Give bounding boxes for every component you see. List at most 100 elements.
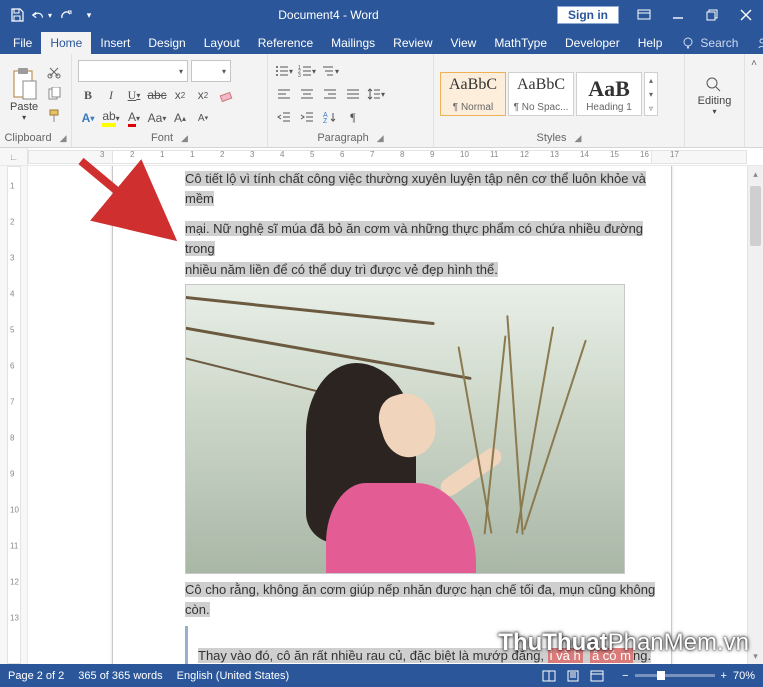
- tab-layout[interactable]: Layout: [195, 32, 249, 54]
- page-canvas[interactable]: Cô tiết lộ vì tính chất công việc thường…: [28, 166, 763, 664]
- vertical-ruler[interactable]: 12345678910111213: [0, 166, 28, 664]
- numbering-icon: 123: [298, 65, 312, 77]
- sort-button[interactable]: AZ: [320, 107, 340, 127]
- document-area: 12345678910111213 Cô tiết lộ vì tính chấ…: [0, 166, 763, 664]
- numbering-button[interactable]: 123▾: [297, 61, 317, 81]
- cut-button[interactable]: [44, 62, 64, 82]
- scroll-thumb[interactable]: [750, 186, 761, 246]
- styles-gallery-expand[interactable]: ▴ ▾ ▿: [644, 72, 658, 116]
- group-editing: Editing ▾: [685, 54, 745, 147]
- superscript-button[interactable]: x2: [193, 85, 213, 105]
- increase-indent-button[interactable]: [297, 107, 317, 127]
- doc-line-1[interactable]: Cô tiết lộ vì tính chất công việc thường…: [185, 171, 646, 206]
- change-case-button[interactable]: Aa▾: [147, 108, 167, 128]
- clipboard-launcher-icon[interactable]: ◢: [60, 133, 67, 144]
- font-size-combo[interactable]: ▾: [191, 60, 231, 82]
- tell-me-search[interactable]: Search: [677, 32, 744, 54]
- shrink-font-button[interactable]: A▾: [193, 108, 213, 128]
- bullets-button[interactable]: ▾: [274, 61, 294, 81]
- align-left-button[interactable]: [274, 84, 294, 104]
- tab-review[interactable]: Review: [384, 32, 441, 54]
- tab-developer[interactable]: Developer: [556, 32, 629, 54]
- style-normal[interactable]: AaBbC ¶ Normal: [440, 72, 506, 116]
- view-web-layout[interactable]: [586, 667, 608, 685]
- tab-design[interactable]: Design: [139, 32, 194, 54]
- style-heading-1[interactable]: AaB Heading 1: [576, 72, 642, 116]
- collapse-ribbon-button[interactable]: ˄: [745, 54, 763, 147]
- tab-help[interactable]: Help: [629, 32, 672, 54]
- doc-line-2a[interactable]: mại. Nữ nghệ sĩ múa đã bỏ ăn cơm và nhữn…: [185, 221, 643, 256]
- quick-access-toolbar: ▾ ▾: [0, 4, 100, 26]
- multilevel-icon: [321, 65, 335, 77]
- tab-file[interactable]: File: [4, 32, 41, 54]
- paste-button[interactable]: Paste ▾: [6, 67, 42, 122]
- format-painter-button[interactable]: [44, 106, 64, 126]
- justify-button[interactable]: [343, 84, 363, 104]
- view-read-mode[interactable]: [538, 667, 560, 685]
- grow-font-button[interactable]: A▴: [170, 108, 190, 128]
- doc-line-3[interactable]: Cô cho rằng, không ăn cơm giúp nếp nhăn …: [185, 582, 655, 617]
- status-words[interactable]: 365 of 365 words: [78, 670, 162, 682]
- doc-line-2b[interactable]: nhiều năm liền để có thể duy trì được vẻ…: [185, 262, 498, 277]
- multilevel-list-button[interactable]: ▾: [320, 61, 340, 81]
- watermark: ThuThuatPhanMem.vn: [498, 629, 749, 657]
- zoom-slider[interactable]: [635, 674, 715, 677]
- scroll-up-icon[interactable]: ▴: [748, 166, 763, 182]
- ribbon: Paste ▾ Clipboard◢ ▾ ▾ B I U▾: [0, 54, 763, 148]
- tab-insert[interactable]: Insert: [91, 32, 139, 54]
- document-image[interactable]: [185, 284, 625, 574]
- decrease-indent-button[interactable]: [274, 107, 294, 127]
- doc-line-4[interactable]: Thay vào đó, cô ăn rất nhiều rau củ, đặc…: [198, 648, 548, 663]
- horizontal-ruler[interactable]: ∟ 3211234567891011121314151617: [0, 148, 763, 166]
- copy-button[interactable]: [44, 84, 64, 104]
- strikethrough-button[interactable]: abc: [147, 85, 167, 105]
- zoom-in-button[interactable]: +: [721, 670, 727, 682]
- minimize-icon[interactable]: [661, 0, 695, 30]
- italic-button[interactable]: I: [101, 85, 121, 105]
- bold-button[interactable]: B: [78, 85, 98, 105]
- font-color-button[interactable]: A▾: [124, 108, 144, 128]
- style-no-spacing[interactable]: AaBbC ¶ No Spac...: [508, 72, 574, 116]
- lightbulb-icon: [683, 37, 695, 49]
- status-page[interactable]: Page 2 of 2: [8, 670, 64, 682]
- show-marks-button[interactable]: ¶: [343, 107, 363, 127]
- clear-formatting-button[interactable]: [216, 85, 236, 105]
- tab-mathtype[interactable]: MathType: [485, 32, 556, 54]
- view-print-layout[interactable]: [562, 667, 584, 685]
- tab-view[interactable]: View: [442, 32, 486, 54]
- underline-button[interactable]: U▾: [124, 85, 144, 105]
- subscript-button[interactable]: x2: [170, 85, 190, 105]
- line-spacing-button[interactable]: ▾: [366, 84, 386, 104]
- tab-references[interactable]: Reference: [249, 32, 322, 54]
- window-controls: [627, 0, 763, 30]
- sign-in-button[interactable]: Sign in: [557, 6, 619, 24]
- tab-selector[interactable]: ∟: [0, 148, 28, 166]
- zoom-controls: − + 70%: [622, 670, 755, 682]
- redo-icon[interactable]: [54, 4, 76, 26]
- sort-icon: AZ: [323, 111, 337, 123]
- font-launcher-icon[interactable]: ◢: [181, 133, 188, 144]
- share-button[interactable]: Share: [744, 32, 763, 54]
- styles-launcher-icon[interactable]: ◢: [575, 133, 582, 144]
- tab-home[interactable]: Home: [41, 32, 91, 54]
- zoom-level[interactable]: 70%: [733, 670, 755, 682]
- status-language[interactable]: English (United States): [177, 670, 290, 682]
- text-effects-button[interactable]: A▾: [78, 108, 98, 128]
- vertical-scrollbar[interactable]: ▴ ▾: [747, 166, 763, 664]
- qat-customize-icon[interactable]: ▾: [78, 4, 100, 26]
- zoom-out-button[interactable]: −: [622, 670, 628, 682]
- align-center-button[interactable]: [297, 84, 317, 104]
- ribbon-options-icon[interactable]: [627, 0, 661, 30]
- undo-icon[interactable]: ▾: [30, 4, 52, 26]
- paragraph-launcher-icon[interactable]: ◢: [377, 133, 384, 144]
- font-name-combo[interactable]: ▾: [78, 60, 188, 82]
- restore-icon[interactable]: [695, 0, 729, 30]
- close-icon[interactable]: [729, 0, 763, 30]
- scroll-down-icon[interactable]: ▾: [748, 648, 763, 664]
- highlight-button[interactable]: ab▾: [101, 108, 121, 128]
- align-right-button[interactable]: [320, 84, 340, 104]
- tab-mailings[interactable]: Mailings: [322, 32, 384, 54]
- group-font: ▾ ▾ B I U▾ abc x2 x2 A▾ ab▾ A▾ Aa▾: [72, 54, 268, 147]
- editing-dropdown[interactable]: Editing ▾: [694, 75, 736, 116]
- save-icon[interactable]: [6, 4, 28, 26]
